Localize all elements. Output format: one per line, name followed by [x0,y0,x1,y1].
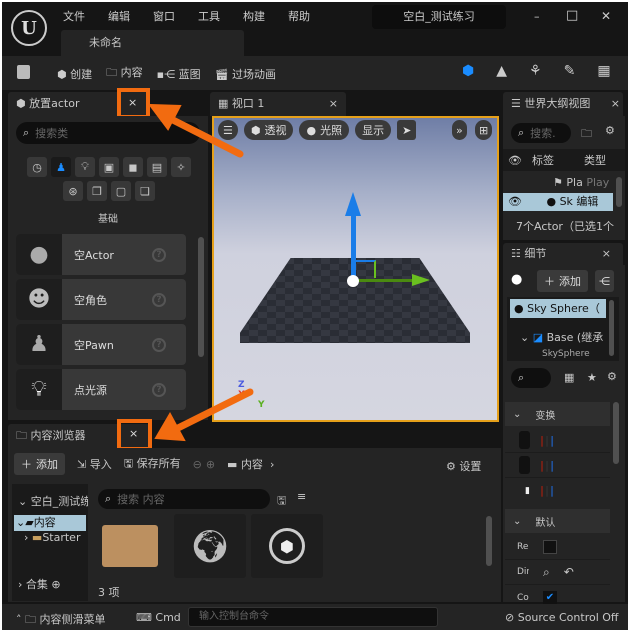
annotation-arrows [147,103,254,442]
arrow-to-content-browser-close [154,388,254,442]
unreal-editor-window: U 文件 编辑 窗口 工具 构建 帮助 空白_测试练习 – □ ✕ 未命名 ⬢ … [2,2,628,630]
arrow-to-place-actor-close [147,103,244,158]
